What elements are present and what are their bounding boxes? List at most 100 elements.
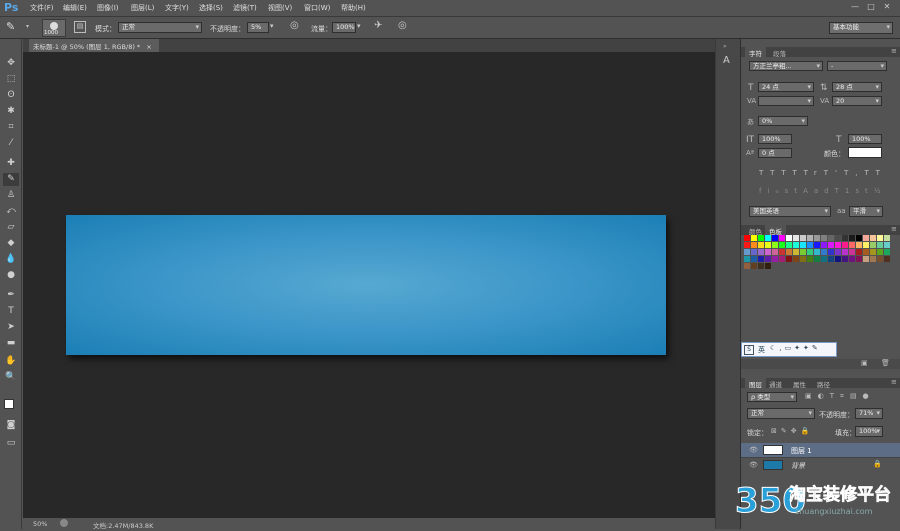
layer-name[interactable]: 背景	[791, 461, 805, 471]
menu-type[interactable]: 文字(Y)	[165, 3, 189, 13]
paint-bucket-tool-icon[interactable]: ◆	[3, 237, 19, 250]
clone-stamp-tool-icon[interactable]: ♙	[3, 189, 19, 202]
swatch[interactable]	[877, 256, 883, 262]
swatch[interactable]	[884, 242, 890, 248]
swatch[interactable]	[744, 235, 750, 241]
stylistic-alt-icon[interactable]: ad	[814, 187, 835, 195]
swatch[interactable]	[758, 249, 764, 255]
superscript-icon[interactable]: T'	[824, 169, 844, 177]
swatch[interactable]	[772, 242, 778, 248]
swatch[interactable]	[842, 235, 848, 241]
antialias-select[interactable]: 平滑	[849, 206, 883, 217]
language-select[interactable]: 美国英语	[749, 206, 831, 217]
dodge-tool-icon[interactable]: ●	[3, 269, 19, 282]
swatch[interactable]	[856, 242, 862, 248]
swatch[interactable]	[786, 235, 792, 241]
subscript-icon[interactable]: T,	[844, 169, 865, 177]
maximize-button[interactable]: □	[866, 2, 876, 12]
layer-name[interactable]: 图层 1	[791, 446, 812, 456]
screen-mode-icon[interactable]: ▭	[3, 437, 19, 450]
blur-tool-icon[interactable]: 💧	[3, 253, 19, 266]
faux-bold-icon[interactable]: T	[759, 169, 770, 177]
swatch[interactable]	[765, 242, 771, 248]
swatch[interactable]	[744, 249, 750, 255]
swatch[interactable]	[779, 249, 785, 255]
swatch[interactable]	[772, 256, 778, 262]
swatch[interactable]	[772, 235, 778, 241]
swatch[interactable]	[835, 235, 841, 241]
swatch[interactable]	[884, 235, 890, 241]
pressure-size-icon[interactable]: ◎	[398, 20, 407, 31]
tsume-input[interactable]: 0%	[758, 116, 808, 126]
zoom-level[interactable]: 50%	[33, 520, 47, 528]
flow-input[interactable]: 100%	[332, 22, 356, 33]
swatch[interactable]	[751, 256, 757, 262]
titling-alt-icon[interactable]: T	[835, 187, 845, 195]
zoom-tool-icon[interactable]: 🔍	[3, 371, 19, 384]
swatch[interactable]	[793, 249, 799, 255]
swatch[interactable]	[835, 249, 841, 255]
tab-color[interactable]: 颜色	[745, 225, 766, 236]
eye-icon[interactable]: 👁	[749, 461, 758, 469]
menu-view[interactable]: 视图(V)	[268, 3, 292, 13]
swatch[interactable]	[793, 235, 799, 241]
kerning-input[interactable]	[758, 96, 814, 106]
tab-character[interactable]: 字符	[745, 47, 766, 58]
path-select-tool-icon[interactable]: ➤	[3, 321, 19, 334]
brush-tool-icon[interactable]: ✎	[3, 173, 19, 186]
lasso-tool-icon[interactable]: ʘ	[3, 89, 19, 102]
document-tab[interactable]: 未标题-1 @ 50% (图层 1, RGB/8) * ×	[29, 39, 159, 52]
swatch[interactable]	[828, 256, 834, 262]
swatch[interactable]	[870, 242, 876, 248]
swatch[interactable]	[821, 256, 827, 262]
close-window-button[interactable]: ✕	[882, 2, 892, 12]
menu-layer[interactable]: 图层(L)	[131, 3, 154, 13]
new-swatch-icon[interactable]: ▣	[861, 359, 868, 367]
ime-toolbar[interactable]: S 英 ☾,▭✦✦✎	[741, 342, 837, 357]
leading-input[interactable]: 28 点	[832, 82, 882, 92]
swatch[interactable]	[807, 256, 813, 262]
swatch[interactable]	[786, 256, 792, 262]
flow-dropdown-icon[interactable]: ▾	[357, 22, 361, 30]
brush-size-picker[interactable]: 1000	[42, 19, 66, 37]
hand-tool-icon[interactable]: ✋	[3, 355, 19, 368]
text-color-swatch[interactable]	[848, 147, 882, 158]
swatch[interactable]	[807, 249, 813, 255]
layer-row[interactable]: 👁 图层 1	[741, 443, 900, 457]
menu-select[interactable]: 选择(S)	[199, 3, 223, 13]
menu-image[interactable]: 图像(I)	[97, 3, 119, 13]
small-caps-icon[interactable]: Tr	[804, 169, 824, 177]
swatch[interactable]	[765, 249, 771, 255]
quick-mask-icon[interactable]: ◙	[3, 419, 19, 432]
strikethrough-icon[interactable]: T	[876, 169, 887, 177]
brush-panel-toggle-icon[interactable]: ▤	[74, 21, 86, 33]
swatch[interactable]	[828, 235, 834, 241]
discretionary-lig-icon[interactable]: st	[785, 187, 803, 195]
swatch[interactable]	[779, 235, 785, 241]
swatch[interactable]	[856, 249, 862, 255]
menu-file[interactable]: 文件(F)	[30, 3, 54, 13]
swatch[interactable]	[821, 249, 827, 255]
swatch[interactable]	[877, 235, 883, 241]
swatch[interactable]	[835, 242, 841, 248]
ime-tool-icons[interactable]: ☾,▭✦✦✎	[770, 344, 821, 352]
underline-icon[interactable]: T	[864, 169, 875, 177]
menu-help[interactable]: 帮助(H)	[341, 3, 366, 13]
swatch[interactable]	[870, 256, 876, 262]
tab-paragraph[interactable]: 段落	[769, 47, 790, 58]
crop-tool-icon[interactable]: ⌗	[3, 121, 19, 134]
swatch[interactable]	[807, 242, 813, 248]
swatch[interactable]	[744, 242, 750, 248]
opacity-input[interactable]: 5%	[247, 22, 269, 33]
character-panel-icon[interactable]: A	[723, 55, 730, 66]
contextual-alt-icon[interactable]: ℴ	[775, 187, 784, 195]
swatch[interactable]	[849, 249, 855, 255]
layer-row[interactable]: 👁 背景 🔒	[741, 457, 900, 471]
swatch[interactable]	[751, 242, 757, 248]
swatch[interactable]	[877, 249, 883, 255]
mode-select[interactable]: 正常	[118, 22, 202, 33]
swatch[interactable]	[814, 235, 820, 241]
swatch[interactable]	[793, 256, 799, 262]
status-info-icon[interactable]	[60, 519, 68, 527]
swatch[interactable]	[842, 242, 848, 248]
